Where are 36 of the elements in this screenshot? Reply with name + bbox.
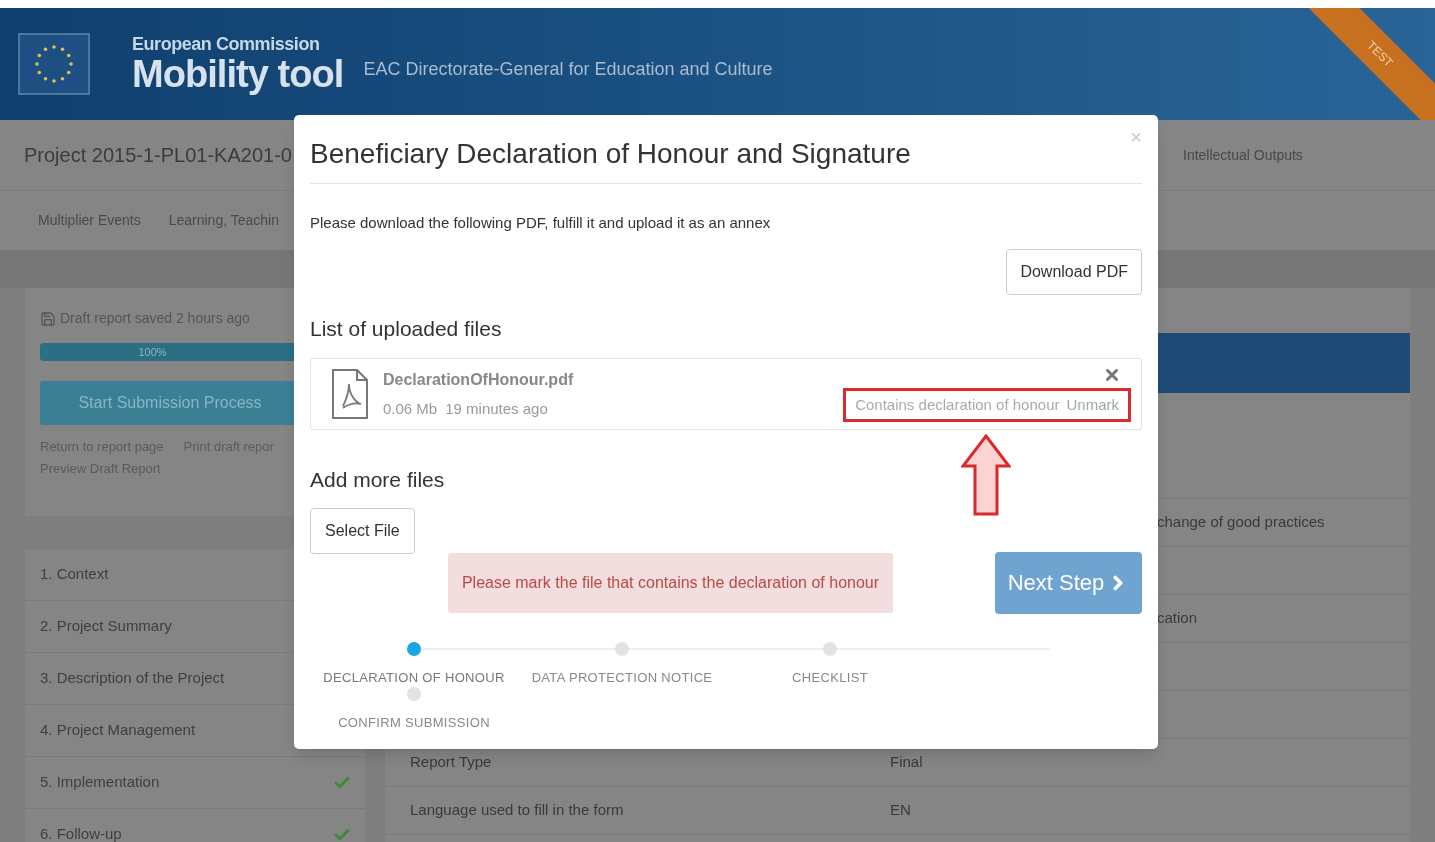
nav-tab[interactable]: Learning, Teachin: [168, 210, 279, 231]
table-cell-text: Language used to fill in the form: [409, 800, 625, 821]
section-item[interactable]: 5. Implementation: [25, 757, 365, 809]
wizard-step[interactable]: DATA PROTECTION NOTICE: [518, 641, 726, 687]
section-item[interactable]: 6. Follow-up: [25, 809, 365, 842]
pdf-file-icon: [331, 368, 369, 420]
next-step-button[interactable]: Next Step: [995, 551, 1142, 614]
arrow-up-icon: [961, 434, 1011, 516]
table-cell-text: Report Type: [409, 752, 493, 773]
table-cell-text: change of good practices: [1157, 512, 1325, 533]
file-time: 19 minutes ago: [445, 398, 548, 419]
progress-label: 100%: [138, 344, 167, 360]
unmark-link[interactable]: Unmark: [1066, 393, 1119, 417]
close-button[interactable]: ×: [1130, 127, 1142, 147]
table-cell-text: EN: [890, 800, 911, 821]
select-file-button[interactable]: Select File: [310, 507, 415, 554]
nav-tab[interactable]: Multiplier Events: [38, 210, 141, 231]
app-name: Mobility tool: [132, 55, 344, 93]
download-pdf-button[interactable]: Download PDF: [1006, 248, 1142, 295]
alert-message: Please mark the file that contains the declaration of honour: [448, 552, 893, 613]
dialog-title: Beneficiary Declaration of Honour and Signature: [310, 137, 911, 171]
file-size: 0.06 Mb: [383, 398, 438, 419]
wizard-step[interactable]: CHECKLIST: [726, 641, 934, 687]
table-cell-text: cation: [1157, 608, 1198, 629]
instruction-text: Please download the following PDF, fulfill it and upload it as an annex: [310, 213, 772, 233]
save-icon: [40, 310, 56, 327]
section-heading: List of uploaded files: [310, 315, 503, 342]
file-name: DeclarationOfHonour.pdf: [383, 369, 574, 390]
organization-name: European Commission: [132, 35, 321, 53]
section-heading: Add more files: [310, 467, 446, 493]
nav-tab[interactable]: Intellectual Outputs: [1183, 144, 1303, 166]
table-cell-text: Final: [890, 752, 923, 773]
mark-status: Contains declaration of honour: [855, 394, 1060, 415]
header-subtitle: EAC Directorate-General for Education and Culture: [363, 57, 773, 81]
project-title: Project 2015-1-PL01-KA201-0: [24, 143, 292, 168]
eu-flag-logo-icon: [18, 33, 90, 95]
